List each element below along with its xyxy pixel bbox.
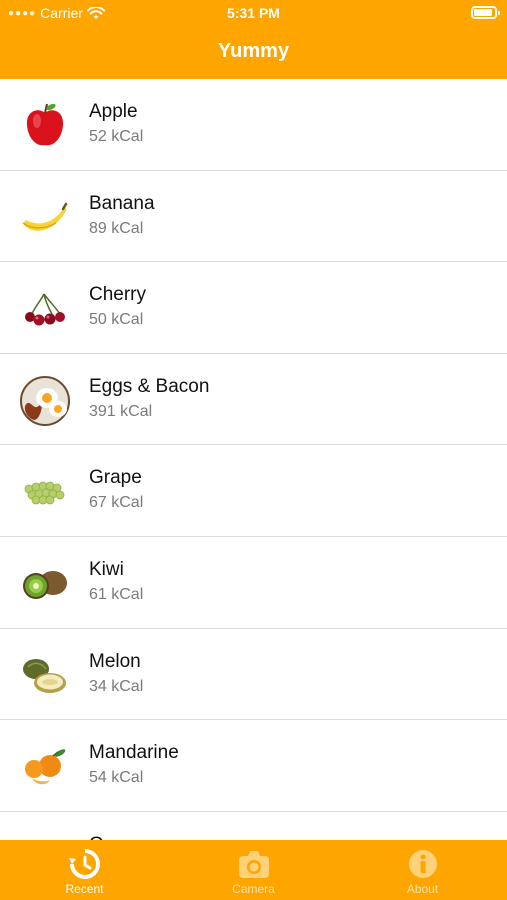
grape-icon [24, 481, 65, 505]
list-item[interactable]: Grape 67 kCal [0, 445, 507, 537]
recent-icon [68, 849, 100, 879]
item-name: Eggs & Bacon [89, 375, 210, 397]
camera-icon [238, 851, 269, 878]
battery-icon [471, 6, 500, 19]
list-item[interactable]: Mandarine 54 kCal [0, 720, 507, 812]
item-calories: 67 kCal [89, 494, 144, 512]
item-calories: 89 kCal [89, 219, 144, 237]
item-calories: 34 kCal [89, 677, 144, 695]
status-bar: ●●●● Carrier 5:31 PM [0, 0, 507, 26]
tab-bar: Recent Camera About [0, 840, 507, 900]
item-calories: 50 kCal [89, 311, 144, 329]
mandarine-icon [25, 749, 66, 785]
status-time: 5:31 PM [227, 5, 280, 21]
melon-icon [23, 658, 66, 693]
tab-camera[interactable]: Camera [169, 840, 338, 900]
tab-label: About [406, 882, 439, 896]
item-name: Banana [89, 192, 155, 214]
list-item[interactable]: Banana 89 kCal [0, 170, 507, 263]
tab-recent[interactable]: Recent [0, 840, 169, 900]
item-calories: 61 kCal [89, 585, 144, 603]
info-icon [408, 850, 437, 878]
list-item[interactable]: O [0, 811, 507, 840]
tab-label: Recent [65, 882, 104, 896]
list-item[interactable]: Cherry 50 kCal [0, 262, 507, 354]
item-name: Kiwi [89, 558, 124, 580]
list-item[interactable]: Apple 52 kCal [0, 79, 507, 171]
list-item[interactable]: Eggs & Bacon 391 kCal [0, 353, 507, 446]
item-calories: 54 kCal [89, 769, 144, 787]
battery-fill [474, 9, 492, 16]
item-name: Grape [89, 467, 142, 489]
eggs-bacon-icon [20, 375, 70, 426]
item-name: Mandarine [89, 742, 179, 764]
item-name: Cherry [89, 284, 147, 306]
cherry-icon [25, 293, 65, 326]
item-name: Melon [89, 650, 141, 672]
page-title: Yummy [217, 40, 290, 62]
item-calories: 391 kCal [89, 402, 153, 420]
kiwi-icon [23, 570, 67, 599]
navigation-header: ●●●● Carrier 5:31 PM Yummy [0, 0, 507, 79]
item-calories: 52 kCal [89, 128, 144, 145]
list-item[interactable]: Kiwi 61 kCal [0, 536, 507, 629]
banana-icon [22, 202, 68, 231]
tab-label: Camera [232, 882, 275, 896]
item-name: Apple [89, 101, 138, 122]
food-list[interactable]: Apple 52 kCal Banana 89 kCal Cherry 50 k… [0, 79, 507, 840]
list-item[interactable]: Melon 34 kCal [0, 628, 507, 721]
tab-about[interactable]: About [338, 840, 507, 900]
apple-icon [26, 103, 64, 146]
